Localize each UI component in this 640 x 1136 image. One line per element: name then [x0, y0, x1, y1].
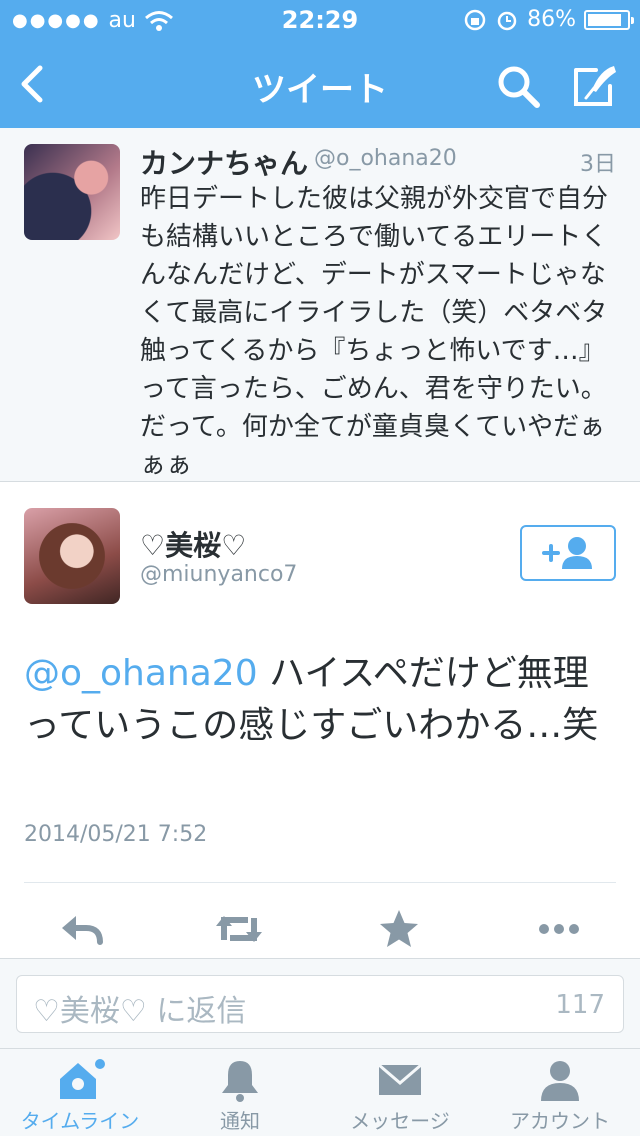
tab-timeline[interactable]: タイムライン — [0, 1049, 160, 1136]
person-icon — [541, 1061, 579, 1101]
retweet-icon[interactable] — [214, 904, 264, 954]
divider — [24, 882, 616, 883]
add-user-icon — [542, 537, 592, 569]
status-bar: ●●●●● au 22:29 86% — [0, 0, 640, 40]
battery-icon — [584, 9, 634, 30]
author-name[interactable]: ♡美桜♡ — [140, 524, 246, 564]
avatar[interactable] — [24, 508, 120, 604]
parent-author-handle: @o_ohana20 — [314, 146, 457, 171]
parent-author-name[interactable]: カンナちゃん — [140, 142, 308, 182]
tab-notifications[interactable]: 通知 — [160, 1049, 320, 1136]
battery-percent: 86% — [527, 7, 576, 32]
parent-timestamp: 3日 — [580, 152, 616, 177]
header: ●●●●● au 22:29 86% ツイート — [0, 0, 640, 128]
tab-label: タイムライン — [20, 1109, 140, 1133]
tab-messages[interactable]: メッセージ — [320, 1049, 480, 1136]
compose-icon[interactable] — [570, 60, 620, 110]
reply-placeholder: ♡美桜♡ に返信 — [33, 994, 247, 1029]
parent-tweet-text: 昨日デートした彼は父親が外交官で自分も結構いいところで働いてるエリートくんなんだ… — [140, 184, 609, 480]
alarm-icon — [497, 11, 517, 30]
tab-bar: タイムライン 通知 メッセージ アカウント — [0, 1048, 640, 1136]
tweet-date: 2014/05/21 7:52 — [24, 822, 208, 847]
bell-icon — [222, 1061, 258, 1102]
parent-tweet[interactable]: カンナちゃん @o_ohana20 3日 昨日デートした彼は父親が外交官で自分も… — [0, 128, 640, 482]
tab-label: 通知 — [220, 1109, 260, 1133]
more-icon[interactable] — [534, 904, 584, 954]
tweet-text: @o_ohana20 ハイスペだけど無理っていうこの感じすごいわかる…笑 — [24, 648, 624, 752]
reply-bar: ♡美桜♡ に返信 117 — [0, 958, 640, 1048]
character-count: 117 — [555, 990, 605, 1020]
tab-label: アカウント — [510, 1109, 610, 1133]
status-right: 86% — [463, 7, 634, 32]
page-title: ツイート — [252, 70, 388, 110]
home-icon — [60, 1059, 105, 1099]
envelope-icon — [378, 1063, 422, 1095]
reply-input[interactable]: ♡美桜♡ に返信 117 — [16, 975, 624, 1033]
tweet-actions — [0, 900, 640, 956]
avatar[interactable] — [24, 144, 120, 240]
search-icon[interactable] — [494, 62, 542, 110]
favorite-icon[interactable] — [374, 904, 424, 954]
reply-icon[interactable] — [56, 904, 106, 954]
nav-bar: ツイート — [0, 40, 640, 128]
tab-label: メッセージ — [350, 1109, 450, 1133]
tab-account[interactable]: アカウント — [480, 1049, 640, 1136]
rotation-lock-icon — [464, 9, 486, 30]
author-handle: @miunyanco7 — [140, 562, 298, 587]
follow-button[interactable] — [520, 525, 616, 581]
mention-link[interactable]: @o_ohana20 — [24, 653, 258, 694]
